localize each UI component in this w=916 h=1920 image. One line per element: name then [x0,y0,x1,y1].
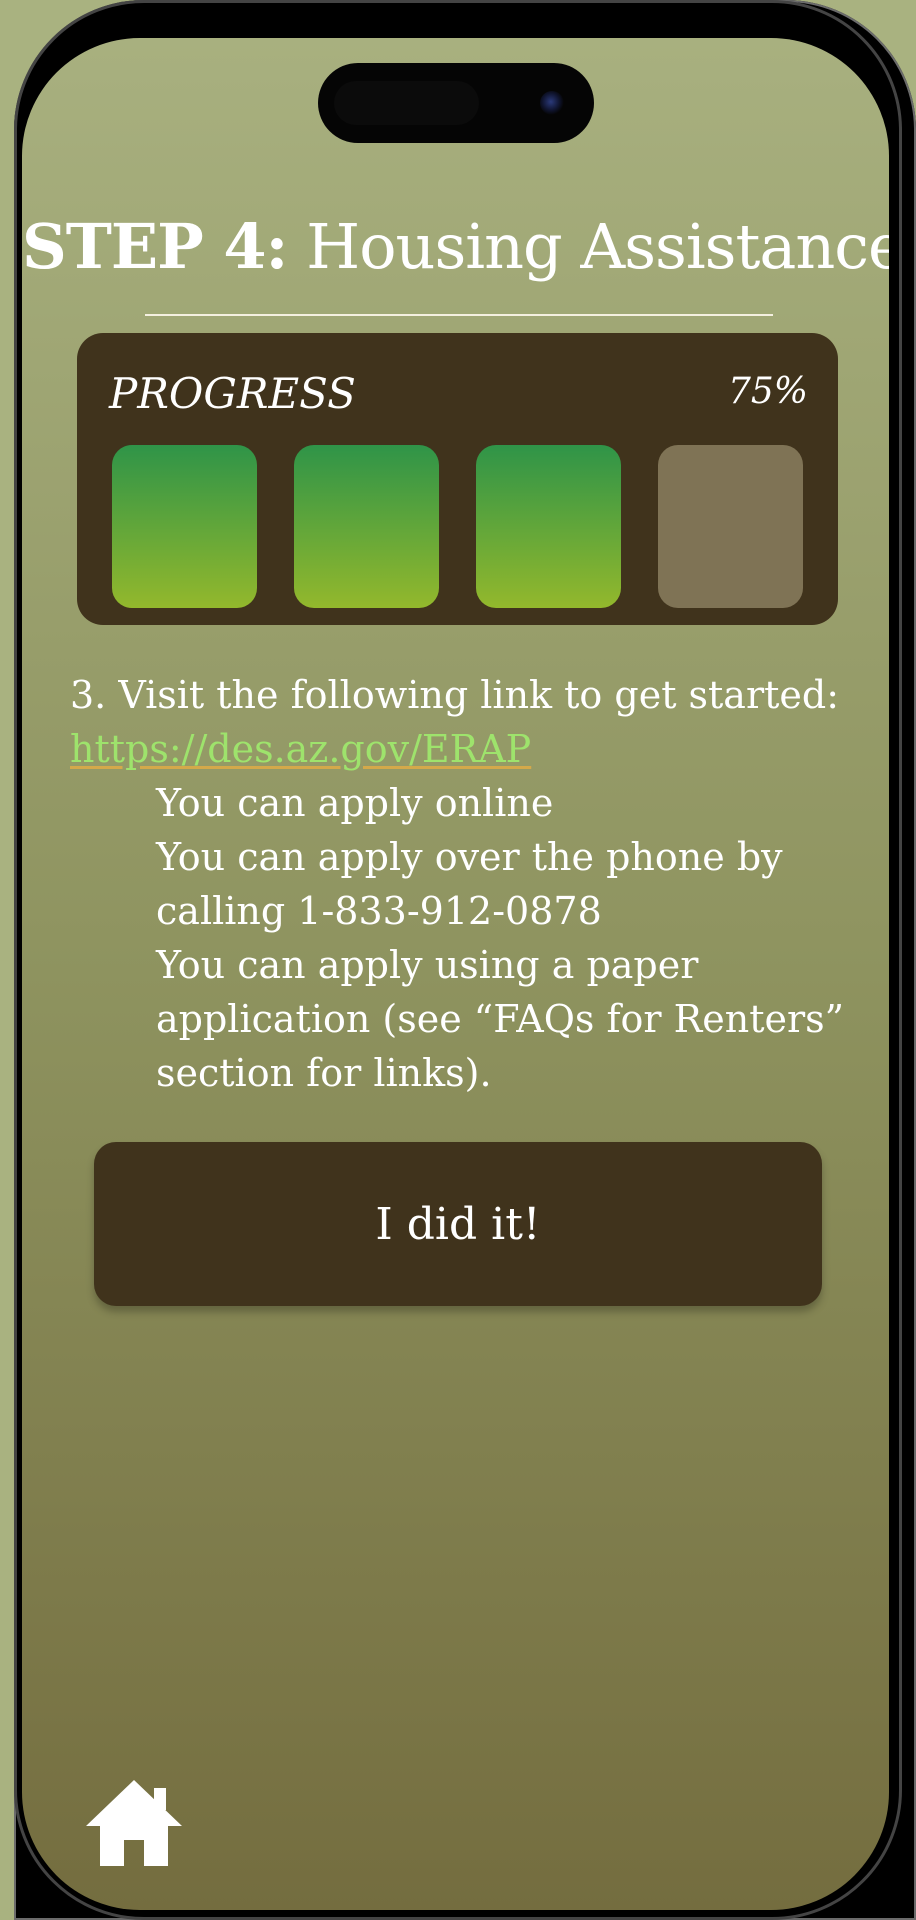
title-divider [145,314,773,316]
progress-label: PROGRESS [109,369,356,418]
dynamic-island [318,63,594,143]
page-title: STEP 4: Housing Assistance [22,210,889,283]
i-did-it-button[interactable]: I did it! [94,1142,822,1306]
erap-link[interactable]: https://des.az.gov/ERAP [70,727,531,771]
instruction-line: application (see “FAQs for Renters” [156,997,845,1041]
camera-icon [540,91,564,115]
progress-segment-4 [658,445,803,608]
home-icon[interactable] [82,1776,186,1868]
progress-percent: 75% [727,371,808,412]
instruction-line: You can apply using a paper [156,943,699,987]
app-screen: STEP 4: Housing Assistance PROGRESS 75% … [22,38,889,1910]
step-label: STEP 4: [22,210,288,283]
sensor-icon [334,81,479,125]
progress-panel: PROGRESS 75% [77,333,838,625]
instruction-intro: 3. Visit the following link to get start… [70,673,840,717]
instruction-line: You can apply online [156,781,554,825]
device-frame: STEP 4: Housing Assistance PROGRESS 75% … [0,0,916,1920]
instruction-line: You can apply over the phone by [156,835,783,879]
progress-segment-1 [112,445,257,608]
progress-segment-2 [294,445,439,608]
instruction-line: section for links). [156,1051,492,1095]
step-title: Housing Assistance [306,210,889,283]
progress-segment-3 [476,445,621,608]
instructions: 3. Visit the following link to get start… [70,668,860,1100]
instruction-line: calling 1-833-912-0878 [156,889,602,933]
